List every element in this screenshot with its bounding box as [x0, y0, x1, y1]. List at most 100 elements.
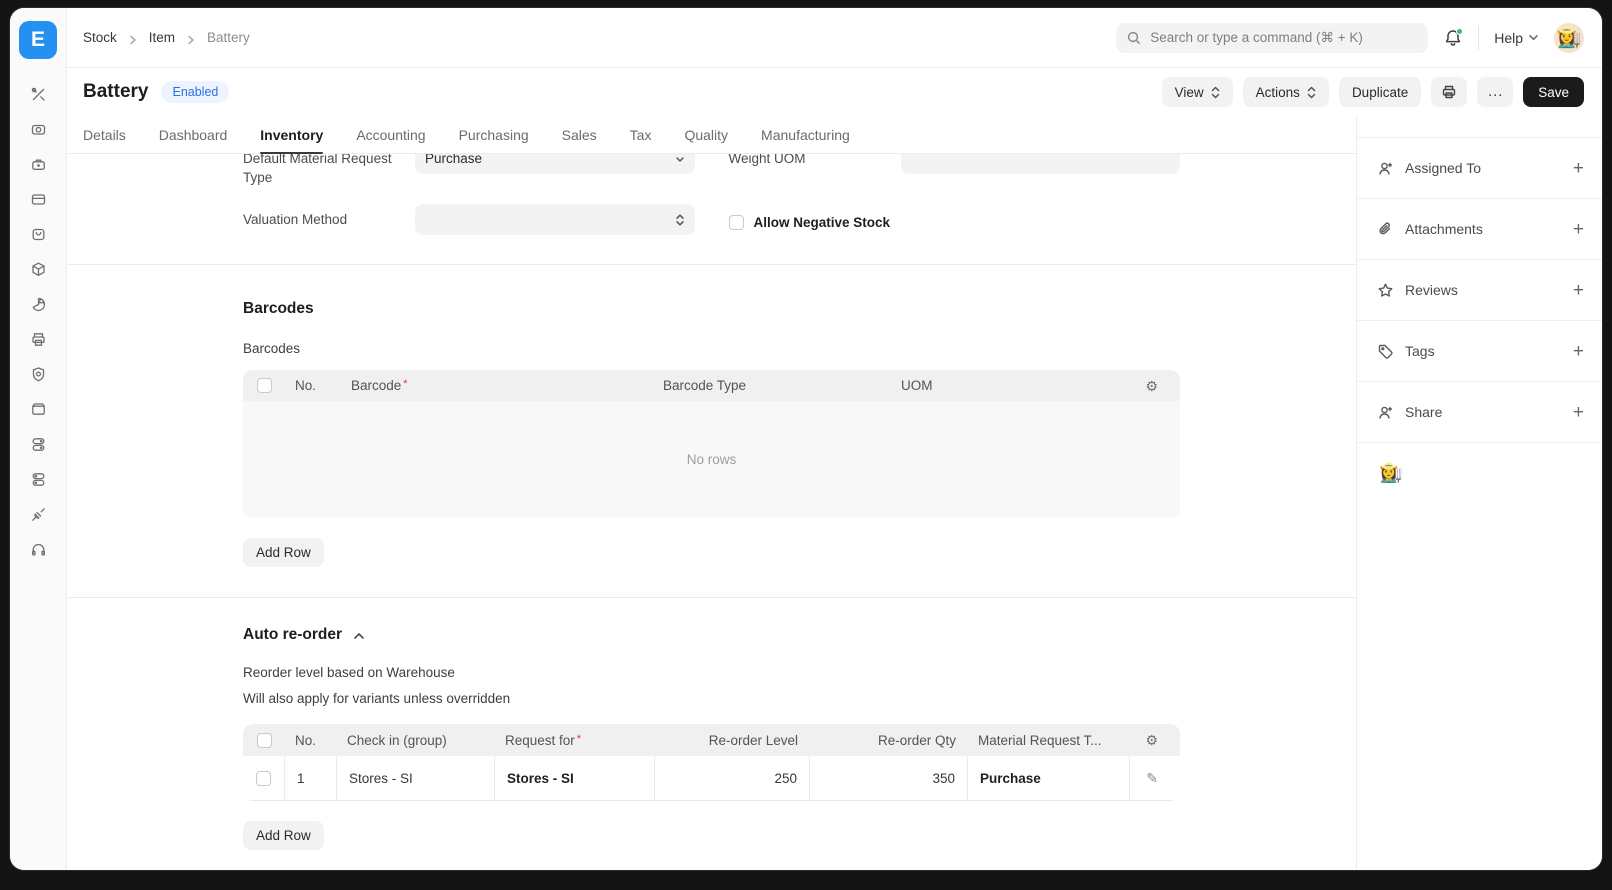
- layers-icon[interactable]: [30, 471, 47, 488]
- sidebar-item-attachments[interactable]: Attachments: [1357, 199, 1602, 260]
- view-button[interactable]: View: [1162, 77, 1233, 107]
- barcodes-section: Barcodes Barcodes No. Barcode* Barcode T…: [67, 265, 1356, 598]
- sidebar-item-reviews[interactable]: Reviews: [1357, 260, 1602, 321]
- actions-button[interactable]: Actions: [1243, 77, 1329, 107]
- breadcrumb-stock[interactable]: Stock: [83, 30, 117, 45]
- headset-icon[interactable]: [30, 541, 47, 558]
- help-menu[interactable]: Help: [1494, 30, 1539, 46]
- col-check-in-group: Check in (group): [337, 733, 495, 748]
- auto-reorder-add-row-button[interactable]: Add Row: [243, 821, 324, 850]
- erpnext-logo[interactable]: E: [19, 21, 57, 59]
- select-all-checkbox[interactable]: [257, 378, 272, 393]
- select-all-checkbox[interactable]: [257, 733, 272, 748]
- breadcrumb: Stock Item Battery: [83, 30, 250, 45]
- breadcrumb-battery: Battery: [207, 30, 250, 45]
- valuation-method-label: Valuation Method: [243, 204, 415, 235]
- tools-icon[interactable]: [30, 86, 47, 103]
- drawer-icon[interactable]: [30, 401, 47, 418]
- tab-manufacturing[interactable]: Manufacturing: [761, 116, 850, 153]
- tab-quality[interactable]: Quality: [684, 116, 728, 153]
- save-button[interactable]: Save: [1523, 77, 1584, 107]
- col-request-for: Request for*: [495, 733, 655, 748]
- title-row: Battery Enabled View Actions Duplicate: [67, 68, 1602, 116]
- card-icon[interactable]: [30, 191, 47, 208]
- default-material-request-type-select[interactable]: Purchase: [415, 154, 695, 174]
- tab-dashboard[interactable]: Dashboard: [159, 116, 228, 153]
- cell-no[interactable]: 1: [285, 756, 337, 800]
- table-settings-gear-icon[interactable]: [1145, 733, 1158, 747]
- add-share-button[interactable]: [1573, 403, 1584, 422]
- shield-icon[interactable]: [30, 366, 47, 383]
- collapse-section-icon[interactable]: [353, 629, 365, 641]
- top-bar: Stock Item Battery Help: [67, 8, 1602, 68]
- print-button[interactable]: [1431, 77, 1467, 107]
- add-attachment-button[interactable]: [1573, 220, 1584, 239]
- col-reorder-level: Re-order Level: [655, 733, 810, 748]
- user-avatar[interactable]: 👩‍🌾: [1554, 23, 1584, 53]
- weight-uom-input[interactable]: [901, 154, 1181, 174]
- tab-sales[interactable]: Sales: [562, 116, 597, 153]
- toolbox-icon[interactable]: [30, 156, 47, 173]
- topbar-divider: [1478, 26, 1479, 50]
- search-icon: [1127, 31, 1141, 45]
- add-review-button[interactable]: [1573, 281, 1584, 300]
- left-nav-strip: E: [10, 8, 67, 870]
- add-assignment-button[interactable]: [1573, 159, 1584, 178]
- chevron-down-icon: [1528, 32, 1539, 43]
- cash-register-icon[interactable]: [30, 121, 47, 138]
- sidebar-item-tags[interactable]: Tags: [1357, 321, 1602, 382]
- package-icon[interactable]: [30, 261, 47, 278]
- chevron-right-icon: [128, 33, 138, 43]
- page-title: Battery: [83, 81, 148, 103]
- global-search[interactable]: [1116, 23, 1428, 53]
- tab-details[interactable]: Details: [83, 116, 126, 153]
- breadcrumb-item[interactable]: Item: [149, 30, 175, 45]
- shopping-bag-icon[interactable]: [30, 226, 47, 243]
- chevron-down-icon: [675, 154, 685, 166]
- chevron-right-icon: [186, 33, 196, 43]
- sidebar-item-share[interactable]: Share: [1357, 382, 1602, 443]
- tab-purchasing[interactable]: Purchasing: [459, 116, 529, 153]
- allow-negative-stock-checkbox[interactable]: [729, 215, 744, 230]
- tab-accounting[interactable]: Accounting: [356, 116, 425, 153]
- table-settings-gear-icon[interactable]: [1145, 379, 1158, 393]
- valuation-method-select[interactable]: [415, 204, 695, 235]
- col-barcode-type: Barcode Type: [653, 378, 891, 393]
- duplicate-button[interactable]: Duplicate: [1339, 77, 1421, 107]
- cell-material-request-type[interactable]: Purchase: [968, 756, 1130, 800]
- row-checkbox[interactable]: [256, 771, 271, 786]
- cell-request-for[interactable]: Stores - SI: [495, 756, 655, 800]
- table-row: 1 Stores - SI Stores - SI 250 350 Purcha…: [243, 756, 1180, 801]
- form-tabs: Details Dashboard Inventory Accounting P…: [67, 116, 1356, 154]
- inventory-settings-section: Default Material Request Type Purchase: [67, 154, 1356, 265]
- notifications-bell-icon[interactable]: [1443, 28, 1463, 48]
- auto-reorder-description-2: Will also apply for variants unless over…: [243, 691, 1180, 706]
- star-icon: [1377, 282, 1394, 299]
- sidebar-item-assigned-to[interactable]: Assigned To: [1357, 138, 1602, 199]
- cell-reorder-qty[interactable]: 350: [810, 756, 968, 800]
- weight-uom-label: Weight UOM: [729, 154, 901, 187]
- pie-chart-icon[interactable]: [30, 296, 47, 313]
- barcodes-add-row-button[interactable]: Add Row: [243, 538, 324, 567]
- stack-icon[interactable]: [30, 436, 47, 453]
- form-scroll-area[interactable]: Default Material Request Type Purchase: [67, 154, 1356, 870]
- tab-tax[interactable]: Tax: [630, 116, 652, 153]
- app-window: E Stock Item Battery: [10, 8, 1602, 870]
- auto-reorder-heading: Auto re-order: [243, 626, 342, 644]
- cell-check-in-group[interactable]: Stores - SI: [337, 756, 495, 800]
- sidebar-spacer: [1357, 116, 1602, 138]
- printer-receipt-icon[interactable]: [30, 331, 47, 348]
- auto-reorder-section: Auto re-order Reorder level based on War…: [67, 598, 1356, 850]
- col-reorder-qty: Re-order Qty: [810, 733, 968, 748]
- up-down-chevron-icon: [1211, 86, 1220, 99]
- required-marker: *: [403, 378, 407, 390]
- add-tag-button[interactable]: [1573, 342, 1584, 361]
- help-label: Help: [1494, 30, 1523, 46]
- plug-icon[interactable]: [30, 506, 47, 523]
- tab-inventory[interactable]: Inventory: [260, 116, 323, 153]
- search-input[interactable]: [1150, 30, 1417, 45]
- edit-row-pencil-icon[interactable]: [1146, 770, 1158, 787]
- cell-reorder-level[interactable]: 250: [655, 756, 810, 800]
- more-options-button[interactable]: [1477, 77, 1513, 107]
- shared-user-avatar[interactable]: 👩‍🌾: [1377, 459, 1405, 487]
